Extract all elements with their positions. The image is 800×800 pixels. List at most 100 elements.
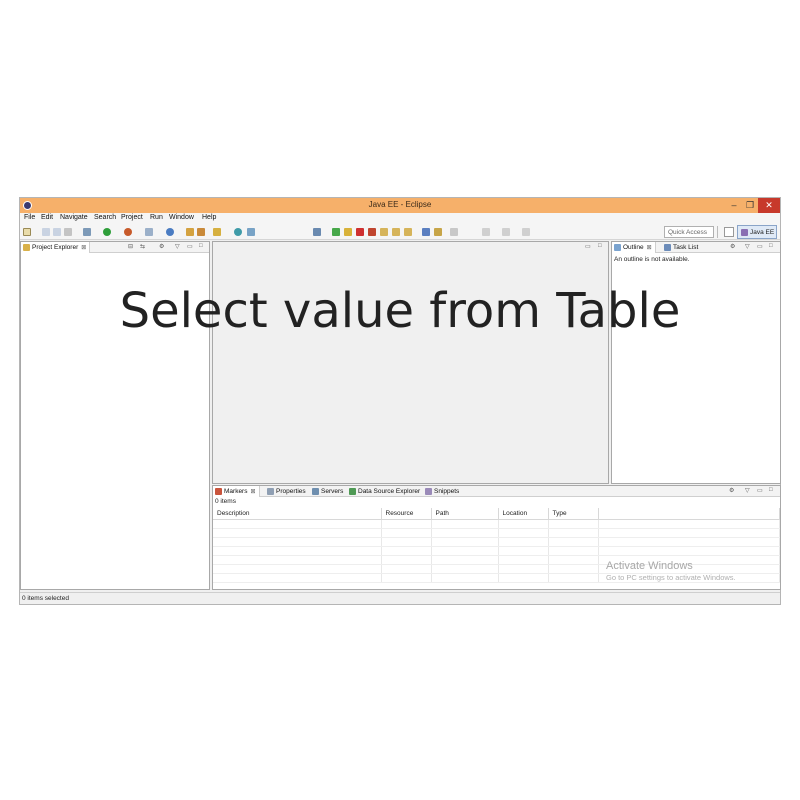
step-over-icon[interactable]	[392, 228, 400, 236]
close-tab-icon[interactable]: ⊠	[647, 245, 652, 251]
view-dropdown-icon[interactable]: ▽	[175, 243, 180, 250]
tab-task-list[interactable]: Task List	[662, 242, 701, 253]
minimize-view-icon[interactable]: ▭	[187, 243, 193, 250]
run-icon[interactable]	[103, 228, 111, 236]
open-perspective-icon[interactable]	[724, 227, 734, 237]
perspective-java-ee[interactable]: Java EE	[737, 225, 777, 239]
close-button[interactable]: ✕	[758, 198, 780, 213]
table-row	[213, 519, 780, 529]
activation-watermark-subtitle: Go to PC settings to activate Windows.	[606, 573, 736, 582]
open-task-icon[interactable]	[197, 228, 205, 236]
save-all-icon[interactable]	[53, 228, 61, 236]
nav-forward-icon[interactable]	[522, 228, 530, 236]
minimize-view-icon[interactable]: ▭	[757, 243, 763, 250]
project-explorer-header: Project Explorer ⊠ ⊟ ⇆ ⚙ ▽ ▭ □	[21, 242, 209, 253]
tab-label: Properties	[276, 488, 306, 495]
status-bar: 0 items selected	[20, 592, 780, 604]
step-into-icon[interactable]	[380, 228, 388, 236]
tab-servers[interactable]: Servers	[310, 486, 346, 497]
tab-label: Outline	[623, 244, 644, 251]
web-browser-icon[interactable]	[234, 228, 242, 236]
menu-project[interactable]: Project	[121, 214, 143, 221]
editor-minimize-icon[interactable]: ▭	[585, 243, 591, 250]
tab-label: Markers	[224, 488, 248, 495]
tab-outline[interactable]: Outline ⊠	[612, 242, 656, 253]
resume-icon[interactable]	[332, 228, 340, 236]
table-header-row: Description Resource Path Location Type	[213, 508, 780, 520]
column-resource[interactable]: Resource	[381, 508, 432, 520]
menu-run[interactable]: Run	[150, 214, 163, 221]
menu-file[interactable]: File	[24, 214, 35, 221]
column-location[interactable]: Location	[498, 508, 549, 520]
back-icon[interactable]	[482, 228, 490, 236]
skip-breakpoints-icon[interactable]	[313, 228, 321, 236]
restore-button[interactable]: ❐	[742, 198, 758, 213]
open-type-icon[interactable]	[186, 228, 194, 236]
prev-annotation-icon[interactable]	[434, 228, 442, 236]
menu-help[interactable]: Help	[202, 214, 216, 221]
menu-window[interactable]: Window	[169, 214, 194, 221]
close-tab-icon[interactable]: ⊠	[250, 489, 255, 495]
column-path[interactable]: Path	[431, 508, 499, 520]
tab-data-source-explorer[interactable]: Data Source Explorer	[347, 486, 423, 497]
outline-icon	[614, 244, 621, 251]
next-annotation-icon[interactable]	[422, 228, 430, 236]
main-toolbar: Quick Access Java EE	[20, 224, 780, 240]
servers-icon	[312, 488, 319, 495]
view-menu-icon[interactable]: ⚙	[729, 487, 734, 494]
menu-search[interactable]: Search	[94, 214, 116, 221]
tab-markers[interactable]: Markers ⊠	[213, 486, 260, 497]
menu-navigate[interactable]: Navigate	[60, 214, 88, 221]
folder-icon	[23, 244, 30, 251]
java-ee-perspective-icon	[741, 229, 748, 236]
tab-project-explorer[interactable]: Project Explorer ⊠	[21, 242, 91, 253]
markers-header: Markers ⊠ Properties Servers Data Source …	[213, 486, 780, 497]
outline-header: Outline ⊠ Task List ⚙ ▽ ▭ □	[612, 242, 780, 253]
new-server-icon[interactable]	[145, 228, 153, 236]
minimize-view-icon[interactable]: ▭	[757, 487, 763, 494]
close-tab-icon[interactable]: ⊠	[81, 245, 86, 251]
search-icon[interactable]	[213, 228, 221, 236]
print-icon[interactable]	[64, 228, 72, 236]
minimize-button[interactable]: –	[726, 198, 742, 213]
tab-label: Data Source Explorer	[358, 488, 421, 495]
table-row	[213, 528, 780, 538]
tab-label: Snippets	[434, 488, 460, 495]
suspend-icon[interactable]	[344, 228, 352, 236]
quick-access-input[interactable]: Quick Access	[664, 226, 714, 238]
column-type[interactable]: Type	[548, 508, 599, 520]
link-editor-icon[interactable]: ⇆	[140, 243, 145, 250]
forward-icon[interactable]	[502, 228, 510, 236]
collapse-all-icon[interactable]: ⊟	[128, 243, 133, 250]
menu-edit[interactable]: Edit	[41, 214, 53, 221]
view-menu-icon[interactable]: ⚙	[159, 243, 164, 250]
eclipse-window: Java EE - Eclipse – ❐ ✕ File Edit Naviga…	[19, 197, 781, 605]
outline-panel: Outline ⊠ Task List ⚙ ▽ ▭ □ An outline is…	[611, 241, 781, 484]
external-tools-icon[interactable]	[124, 228, 132, 236]
view-menu-icon[interactable]: ⚙	[730, 243, 735, 250]
tab-snippets[interactable]: Snippets	[423, 486, 462, 497]
step-return-icon[interactable]	[404, 228, 412, 236]
maximize-view-icon[interactable]: □	[769, 243, 773, 249]
disconnect-icon[interactable]	[368, 228, 376, 236]
view-dropdown-icon[interactable]: ▽	[745, 487, 750, 494]
editor-maximize-icon[interactable]: □	[598, 243, 602, 249]
new-icon[interactable]	[23, 228, 31, 236]
save-icon[interactable]	[42, 228, 50, 236]
debug-icon[interactable]	[83, 228, 91, 236]
markers-table: Description Resource Path Location Type	[213, 508, 780, 583]
maximize-view-icon[interactable]: □	[769, 487, 773, 493]
tab-label: Project Explorer	[32, 244, 79, 251]
outline-message: An outline is not available.	[614, 256, 690, 263]
tab-properties[interactable]: Properties	[265, 486, 309, 497]
terminate-icon[interactable]	[356, 228, 364, 236]
last-edit-icon[interactable]	[450, 228, 458, 236]
maximize-view-icon[interactable]: □	[199, 243, 203, 249]
markers-icon	[215, 488, 222, 495]
new-class-icon[interactable]	[166, 228, 174, 236]
task-list-icon	[664, 244, 671, 251]
pin-icon[interactable]	[247, 228, 255, 236]
view-dropdown-icon[interactable]: ▽	[745, 243, 750, 250]
column-description[interactable]: Description	[213, 508, 382, 520]
overlay-caption: Select value from Table	[119, 283, 681, 339]
